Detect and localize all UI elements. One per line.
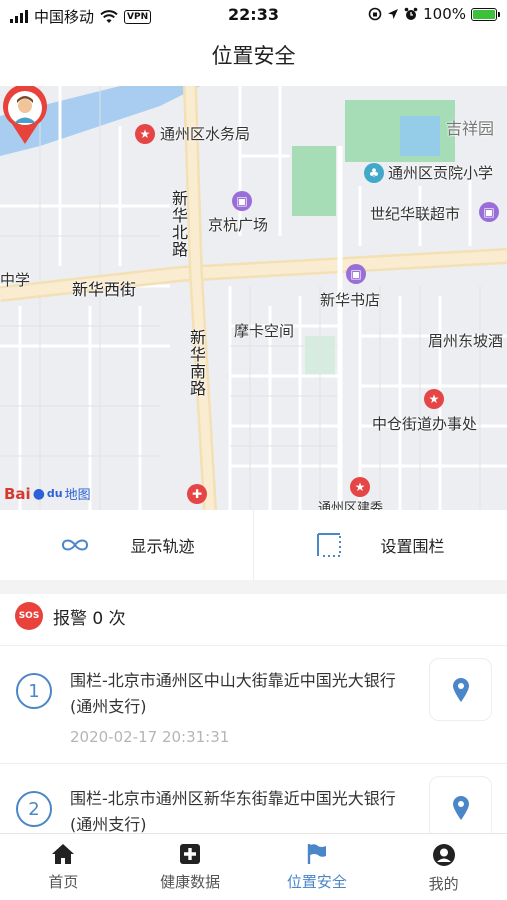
- list-item[interactable]: 1 围栏-北京市通州区中山大街靠近中国光大银行(通州支行) 2020-02-17…: [0, 645, 507, 763]
- government-poi-icon-2[interactable]: ★: [350, 477, 370, 497]
- map-label-water-bureau: 通州区水务局: [160, 125, 251, 143]
- set-fence-button[interactable]: 设置围栏: [254, 510, 507, 580]
- map-label-mofang: 摩卡空间: [234, 322, 295, 340]
- market-poi-icon[interactable]: ▣: [479, 202, 499, 222]
- map-label-meizhou: 眉州东坡酒: [428, 332, 504, 350]
- map-label-century-market: 世纪华联超市: [370, 205, 461, 223]
- show-track-button[interactable]: 显示轨迹: [0, 510, 253, 580]
- alarm-index: 2: [16, 791, 52, 827]
- locate-button[interactable]: [429, 776, 492, 839]
- tab-mine-label: 我的: [428, 875, 459, 893]
- shopping-poi-icon[interactable]: ▣: [232, 191, 252, 211]
- office-poi-icon[interactable]: ★: [424, 389, 444, 409]
- fence-icon: [317, 533, 342, 557]
- user-icon: [432, 844, 455, 866]
- medical-plus-icon: [180, 844, 201, 864]
- user-location-marker[interactable]: [0, 86, 50, 146]
- hospital-poi-icon[interactable]: ✚: [187, 484, 207, 504]
- battery-percent: 100%: [423, 5, 466, 23]
- baidu-paw-icon: ●: [32, 485, 45, 502]
- alarm-header: SOS 报警 0 次: [15, 602, 126, 630]
- section-separator: [0, 580, 507, 594]
- alarm-text: 围栏-北京市通州区中山大街靠近中国光大银行(通州支行): [70, 671, 396, 716]
- tab-health-label: 健康数据: [160, 873, 221, 891]
- status-bar: 中国移动 VPN 22:33 100%: [0, 0, 507, 30]
- map-label-zhongcang: 中仓街道办事处: [372, 415, 478, 433]
- baidu-logo-du: du: [46, 487, 63, 500]
- map-label-xinhua-south: 新华南路: [187, 329, 206, 397]
- baidu-logo-bai: Bai: [4, 484, 31, 503]
- map-label-tongzhou-bottom: 通州区建委: [318, 501, 384, 510]
- flag-icon: [307, 844, 326, 864]
- alarm-count: 报警 0 次: [53, 608, 126, 629]
- tab-mine[interactable]: 我的: [380, 834, 507, 900]
- government-poi-icon[interactable]: ★: [135, 124, 155, 144]
- map-label-jinghang: 京杭广场: [208, 216, 269, 234]
- tab-home-label: 首页: [48, 873, 79, 891]
- baidu-logo: Bai ● du 地图: [4, 484, 91, 504]
- map-actions: 显示轨迹 设置围栏: [0, 510, 507, 580]
- page-title: 位置安全: [211, 44, 296, 68]
- tab-location-label: 位置安全: [286, 873, 347, 891]
- map-label-gongyuan-school: 通州区贡院小学: [388, 164, 494, 182]
- alarm-time: 2020-02-17 20:31:31: [70, 728, 230, 746]
- location-arrow-icon: [388, 9, 399, 19]
- map-label-xinhua-north: 新华北路: [169, 190, 188, 258]
- bookstore-poi-icon[interactable]: ▣: [346, 264, 366, 284]
- alarm-text: 围栏-北京市通州区新华东街靠近中国光大银行(通州支行): [70, 789, 396, 834]
- tab-home[interactable]: 首页: [0, 834, 127, 900]
- alarm-clock-icon: [404, 7, 418, 20]
- locate-button[interactable]: [429, 658, 492, 721]
- baidu-logo-map: 地图: [64, 488, 91, 503]
- alarm-index: 1: [16, 673, 52, 709]
- infinity-icon: [62, 539, 89, 551]
- battery-icon: [471, 7, 500, 21]
- tab-bar: 首页 健康数据 位置安全 我的: [0, 833, 507, 900]
- map-label-xinhua-west: 新华西街: [72, 280, 137, 299]
- home-icon: [52, 844, 75, 864]
- map-label-bookstore: 新华书店: [320, 291, 381, 309]
- screen-lock-icon: [368, 7, 382, 21]
- tab-health[interactable]: 健康数据: [127, 834, 254, 900]
- map-label-middle-school: 中学: [0, 271, 31, 289]
- status-right: 100%: [368, 5, 500, 23]
- show-track-label: 显示轨迹: [130, 537, 195, 556]
- school-poi-icon[interactable]: ♣: [364, 163, 384, 183]
- map-pin-icon: [452, 677, 469, 702]
- tab-location[interactable]: 位置安全: [254, 834, 381, 900]
- set-fence-label: 设置围栏: [380, 537, 445, 556]
- map-label-jixiang: 吉祥园: [446, 119, 495, 138]
- sos-icon: SOS: [15, 602, 43, 630]
- map-pin-icon: [452, 795, 469, 820]
- map-view[interactable]: ★ 通州区水务局 吉祥园 ♣ 通州区贡院小学 ▣ 京杭广场 世纪华联超市 ▣ 新…: [0, 86, 507, 510]
